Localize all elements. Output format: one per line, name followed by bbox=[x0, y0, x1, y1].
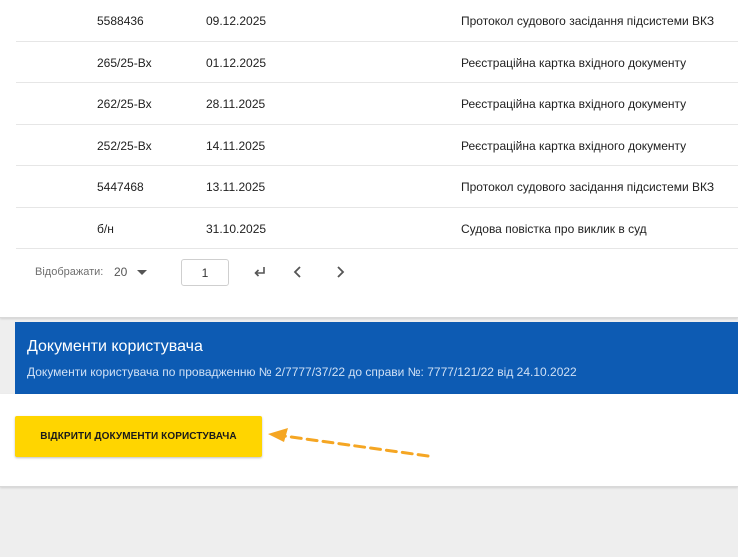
doc-date: 09.12.2025 bbox=[206, 14, 267, 28]
doc-date: 14.11.2025 bbox=[206, 138, 266, 153]
table-row[interactable]: б/н 31.10.2025 Судова повістка про викли… bbox=[16, 208, 738, 249]
caret-down-icon[interactable] bbox=[137, 270, 147, 275]
section-title: Документи користувача bbox=[27, 338, 203, 355]
doc-date: 28.11.2025 bbox=[206, 97, 266, 111]
doc-title: Реєстраційна картка вхідного документу bbox=[461, 138, 687, 153]
doc-number: 262/25-Вх bbox=[97, 97, 152, 111]
table-row[interactable]: 252/25-Вх 14.11.2025 Реєстраційна картка… bbox=[16, 125, 738, 166]
doc-number: 252/25-Вх bbox=[97, 138, 152, 153]
doc-title: Реєстраційна картка вхідного документу bbox=[461, 55, 687, 70]
open-user-documents-button[interactable]: ВІДКРИТИ ДОКУМЕНТИ КОРИСТУВАЧА bbox=[15, 416, 262, 457]
table-row[interactable]: 262/25-Вх 28.11.2025 Реєстраційна картка… bbox=[16, 83, 738, 125]
section-subtitle: Документи користувача по провадженню № 2… bbox=[27, 365, 577, 379]
doc-number: б/н bbox=[97, 221, 114, 236]
chevron-right-icon[interactable] bbox=[330, 260, 350, 284]
doc-title: Реєстраційна картка вхідного документу bbox=[461, 97, 687, 111]
doc-date: 13.11.2025 bbox=[206, 180, 266, 194]
chevron-left-icon[interactable] bbox=[288, 260, 308, 284]
enter-return-icon[interactable] bbox=[250, 260, 270, 284]
user-documents-header: Документи користувача Документи користув… bbox=[15, 322, 738, 394]
doc-date: 01.12.2025 bbox=[206, 55, 267, 70]
pagination-bar: Відображати: 20 bbox=[0, 250, 738, 296]
doc-title: Протокол судового засідання підсистеми В… bbox=[461, 14, 715, 28]
page-size-label: Відображати: bbox=[35, 266, 104, 278]
doc-date: 31.10.2025 bbox=[206, 221, 267, 236]
annotation-arrow-icon bbox=[268, 428, 430, 458]
table-row[interactable]: 265/25-Вх 01.12.2025 Реєстраційна картка… bbox=[16, 42, 738, 83]
table-row[interactable]: 5588436 09.12.2025 Протокол судового зас… bbox=[16, 0, 738, 42]
page-size-select[interactable]: 20 bbox=[114, 265, 127, 279]
documents-card: 5588436 09.12.2025 Протокол судового зас… bbox=[0, 0, 738, 318]
doc-number: 5588436 bbox=[97, 14, 144, 28]
doc-number: 5447468 bbox=[97, 180, 144, 194]
documents-table: 5588436 09.12.2025 Протокол судового зас… bbox=[16, 0, 738, 249]
doc-title: Судова повістка про виклик в суд bbox=[461, 221, 647, 236]
table-row[interactable]: 5447468 13.11.2025 Протокол судового зас… bbox=[16, 166, 738, 208]
page-number-input[interactable] bbox=[181, 259, 229, 286]
doc-title: Протокол судового засідання підсистеми В… bbox=[461, 180, 715, 194]
doc-number: 265/25-Вх bbox=[97, 55, 152, 70]
